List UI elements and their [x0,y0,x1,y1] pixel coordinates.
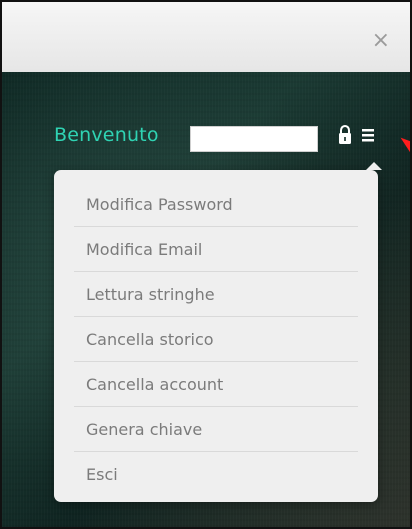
menu-item-genera-chiave[interactable]: Genera chiave [74,407,358,452]
lock-icon [336,124,354,150]
menu-item-cancella-account[interactable]: Cancella account [74,362,358,407]
welcome-label: Benvenuto [54,124,159,146]
menu-item-lettura-stringhe[interactable]: Lettura stringhe [74,272,358,317]
top-bar: × [2,2,410,73]
menu-list: Modifica Password Modifica Email Lettura… [54,170,378,496]
user-dropdown-menu: Modifica Password Modifica Email Lettura… [54,162,382,502]
user-menu-button[interactable] [336,120,380,154]
app-frame: × Benvenuto Modifica Password Modifica E… [0,0,412,529]
menu-item-esci[interactable]: Esci [74,452,358,496]
username-field [190,126,318,152]
list-icon [360,126,376,148]
menu-item-cancella-storico[interactable]: Cancella storico [74,317,358,362]
menu-item-modifica-password[interactable]: Modifica Password [74,182,358,227]
close-icon[interactable]: × [372,30,390,52]
menu-caret [366,162,382,170]
menu-item-modifica-email[interactable]: Modifica Email [74,227,358,272]
